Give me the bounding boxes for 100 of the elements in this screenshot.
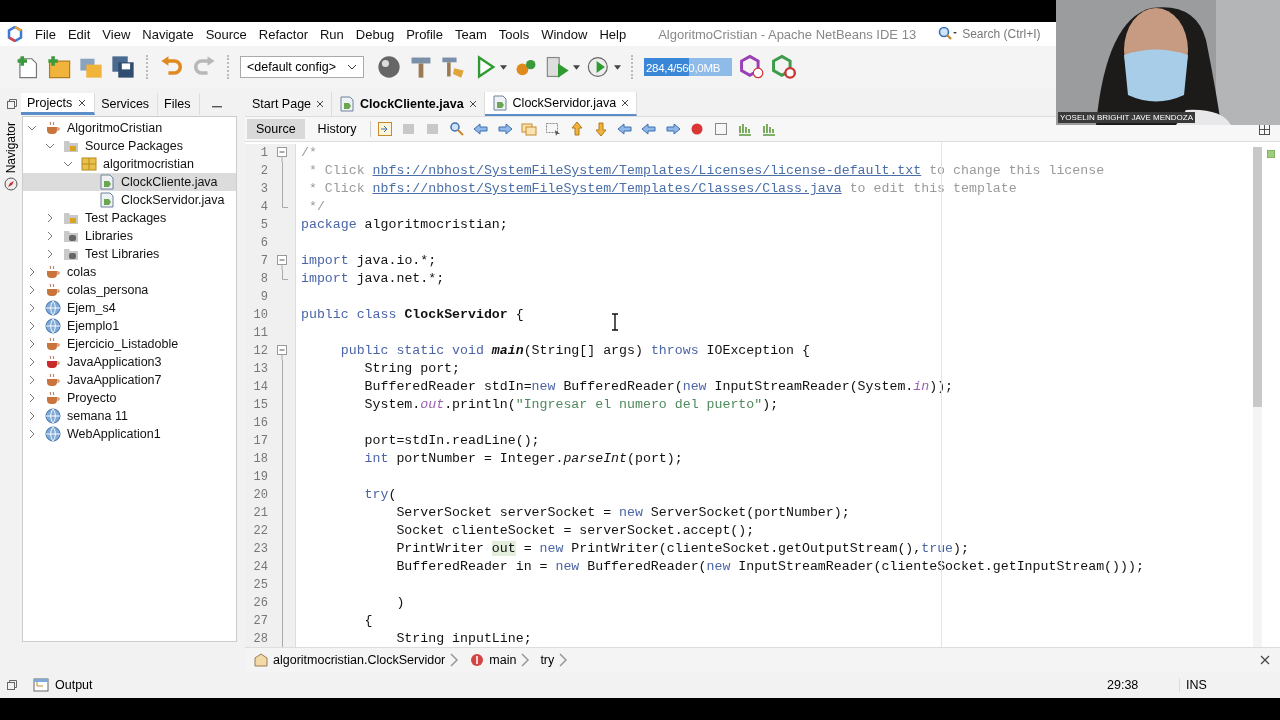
tree-item[interactable]: algoritmocristian	[23, 155, 236, 173]
output-button[interactable]: Output	[33, 677, 93, 693]
tree-item[interactable]: Proyecto	[23, 389, 236, 407]
menu-item[interactable]: Refactor	[258, 24, 308, 44]
line-number: 8	[259, 272, 268, 286]
code-line: try(	[363, 487, 397, 502]
tree-item[interactable]: ClockCliente.java	[23, 173, 236, 191]
menu-item[interactable]: Edit	[67, 24, 91, 44]
close-icon[interactable]	[1260, 655, 1270, 665]
menu-item[interactable]: View	[102, 24, 131, 44]
chevron-icon[interactable]	[45, 141, 55, 151]
close-icon[interactable]	[621, 99, 630, 107]
compass-icon[interactable]	[4, 177, 18, 192]
chevron-icon[interactable]	[27, 393, 37, 403]
breadcrumb[interactable]: try	[540, 653, 555, 667]
arrow-down-icon[interactable]	[592, 121, 609, 137]
tree-item[interactable]: WebApplication1	[23, 425, 236, 443]
bars-icon[interactable]	[760, 121, 777, 137]
menu-item[interactable]: Navigate	[142, 24, 194, 44]
panel-tab[interactable]: Services	[95, 93, 159, 115]
tree-item[interactable]: AlgoritmoCristian	[23, 119, 236, 137]
editor-tab[interactable]: ClockServidor.java	[484, 92, 638, 116]
chevron-icon[interactable]	[27, 429, 37, 439]
view-mode-button[interactable]: Source	[247, 119, 305, 139]
menu-item[interactable]: Debug	[355, 24, 395, 44]
menu-item[interactable]: Help	[599, 24, 627, 44]
caret-icon[interactable]	[573, 64, 580, 70]
close-icon[interactable]	[78, 98, 87, 107]
tree-item[interactable]: colas	[23, 263, 236, 281]
panel-tab[interactable]: Files	[158, 93, 200, 115]
tree-item[interactable]: semana 11	[23, 407, 236, 425]
line-number: 28	[252, 632, 268, 646]
toggle-icon[interactable]	[376, 121, 393, 137]
view-mode-button[interactable]: History	[308, 119, 366, 139]
chevron-icon[interactable]	[27, 411, 37, 421]
scrollbar[interactable]	[1253, 147, 1262, 647]
chevron-icon[interactable]	[45, 231, 55, 241]
tree-item[interactable]: ClockServidor.java	[23, 191, 236, 209]
chevron-icon[interactable]	[27, 357, 37, 367]
tree-item[interactable]: Test Packages	[23, 209, 236, 227]
stop-icon[interactable]	[712, 121, 729, 137]
search-icon[interactable]	[938, 26, 959, 42]
tree-item[interactable]: Source Packages	[23, 137, 236, 155]
arrow-left-icon[interactable]	[472, 121, 489, 137]
tree-item[interactable]: colas_persona	[23, 281, 236, 299]
breadcrumb[interactable]: main	[469, 652, 517, 668]
restore-icon[interactable]	[7, 680, 17, 690]
chevron-icon[interactable]	[27, 303, 37, 313]
link[interactable]: nbfs://nbhost/SystemFileSystem/Templates/Licenses/license-default.txt	[372, 163, 922, 178]
chevron-icon[interactable]	[27, 375, 37, 385]
caret-icon[interactable]	[500, 64, 507, 70]
fold-icon[interactable]	[277, 144, 288, 162]
panel-tab[interactable]: Projects	[21, 93, 96, 115]
restore-icon[interactable]	[7, 99, 17, 109]
chevron-icon[interactable]	[27, 267, 37, 277]
arrow-right-icon[interactable]	[664, 121, 681, 137]
tree-item[interactable]: Ejercicio_Listadoble	[23, 335, 236, 353]
chevron-icon[interactable]	[45, 249, 55, 259]
menu-item[interactable]: Tools	[498, 24, 530, 44]
select-icon[interactable]	[544, 121, 561, 137]
arrow-left-icon[interactable]	[640, 121, 657, 137]
menu-item[interactable]: Team	[455, 24, 487, 44]
save-icon[interactable]	[110, 54, 136, 80]
arrow-left-icon[interactable]	[616, 121, 633, 137]
close-icon[interactable]	[316, 100, 325, 108]
navigator-tab[interactable]: Navigator	[4, 122, 18, 174]
tree-item[interactable]: Ejem_s4	[23, 299, 236, 317]
search-icon[interactable]	[448, 121, 465, 137]
sphere-icon[interactable]	[376, 54, 402, 80]
arrow-up-icon[interactable]	[568, 121, 585, 137]
new-folder-icon[interactable]	[46, 54, 72, 80]
fold-icon[interactable]	[277, 252, 288, 270]
chevron-icon[interactable]	[45, 213, 55, 223]
menu-item[interactable]: Profile	[406, 24, 443, 44]
file-icon	[99, 174, 115, 190]
tree-item[interactable]: Libraries	[23, 227, 236, 245]
tree-item[interactable]: Ejemplo1	[23, 317, 236, 335]
tree-item[interactable]: JavaApplication7	[23, 371, 236, 389]
fold-icon[interactable]	[277, 342, 288, 360]
memory-bar[interactable]: 284,4/560,0MB	[644, 58, 732, 76]
config-dropdown[interactable]: <default config>	[240, 56, 364, 78]
maximize-icon[interactable]	[1259, 123, 1270, 135]
chevron-icon[interactable]	[63, 159, 73, 169]
chevron-icon[interactable]	[27, 321, 37, 331]
chevron-icon[interactable]	[27, 339, 37, 349]
menu-item[interactable]: File	[35, 24, 56, 44]
bars-icon[interactable]	[736, 121, 753, 137]
minimize-icon[interactable]	[211, 106, 222, 108]
menu-item[interactable]: Window	[541, 24, 588, 44]
tree-item[interactable]: JavaApplication3	[23, 353, 236, 371]
tree-item[interactable]: Test Libraries	[23, 245, 236, 263]
menu-item[interactable]: Run	[319, 24, 344, 44]
link[interactable]: nbfs://nbhost/SystemFileSystem/Templates/Classes/Class.java	[372, 181, 842, 196]
breadcrumb[interactable]: algoritmocristian.ClockServidor	[253, 652, 446, 668]
arrow-right-icon[interactable]	[496, 121, 513, 137]
close-icon[interactable]	[468, 100, 477, 108]
menu-item[interactable]: Source	[205, 24, 247, 44]
chevron-icon[interactable]	[27, 123, 37, 133]
chevron-icon[interactable]	[27, 285, 37, 295]
caret-icon[interactable]	[614, 64, 621, 70]
